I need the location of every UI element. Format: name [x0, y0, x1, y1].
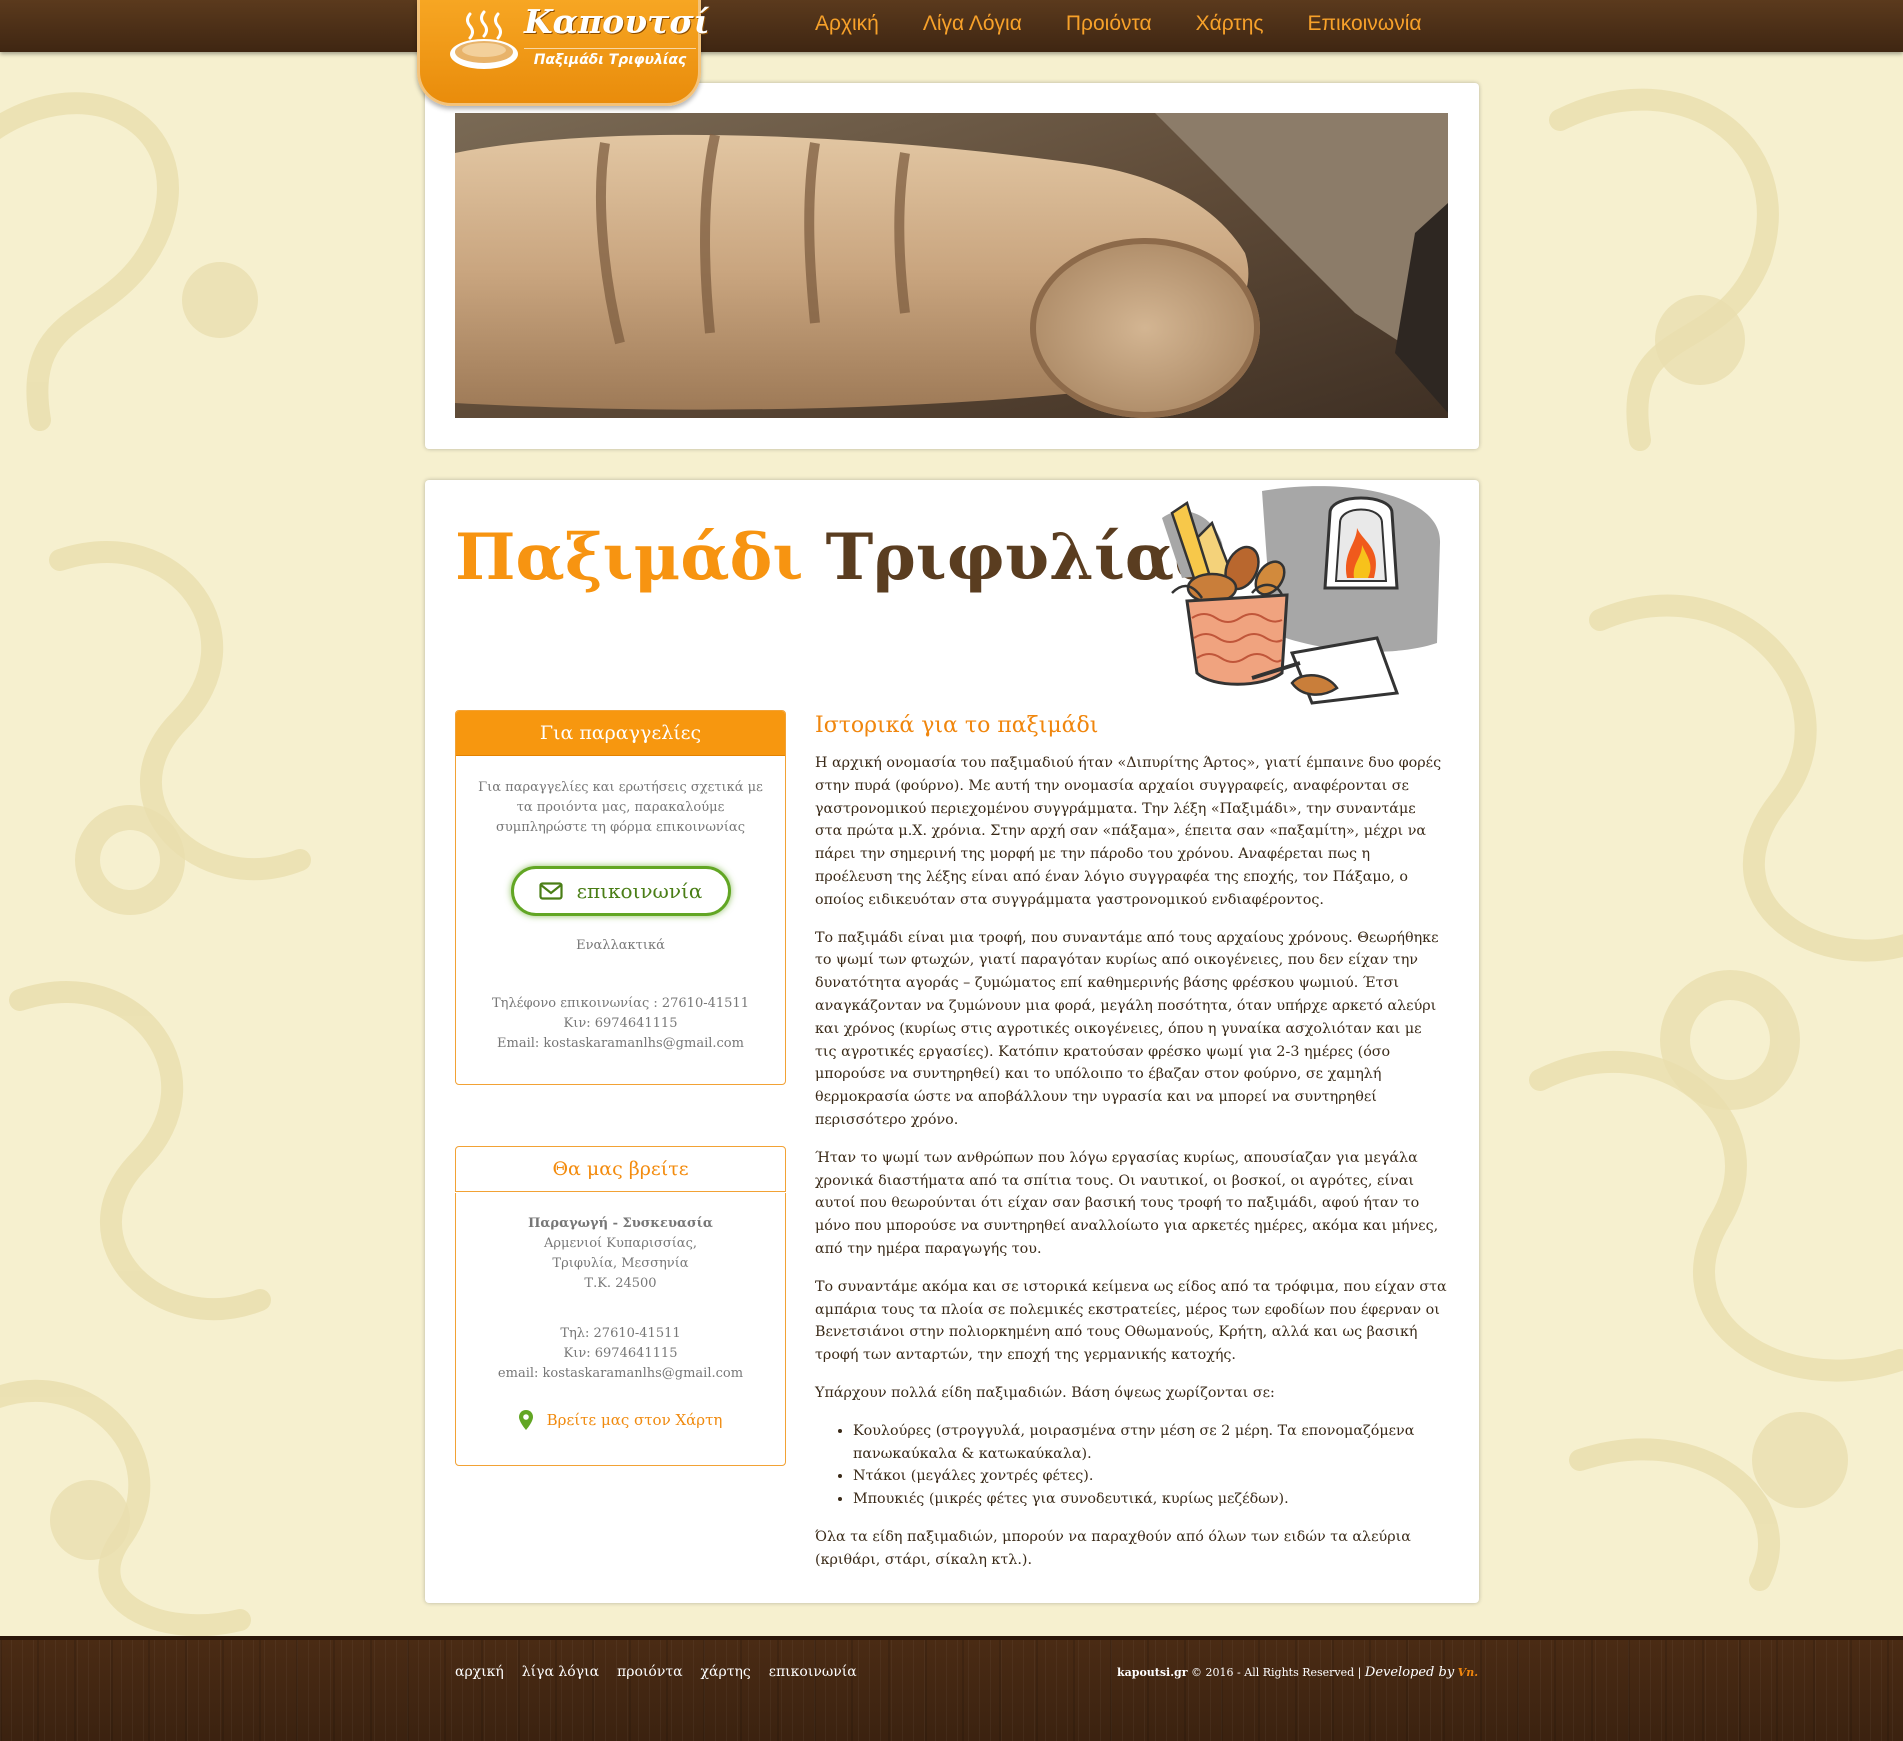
find-mobile: Κιν: 6974641115: [563, 1346, 678, 1361]
list-item: Ντάκοι (μεγάλες χοντρές φέτες).: [853, 1465, 1447, 1488]
orders-box: Για παραγγελίες Για παραγγελίες και ερωτ…: [455, 710, 786, 1085]
find-email: email: kostaskaramanlhs@gmail.com: [497, 1366, 744, 1381]
find-us-box: Θα μας βρείτε Παραγωγή - Συσκευασία Αρμε…: [455, 1146, 786, 1466]
list-item: Κουλούρες (στρογγυλά, μοιρασμένα στην μέ…: [853, 1420, 1447, 1466]
production-heading: Παραγωγή - Συσκευασία: [528, 1216, 713, 1231]
hero-bread-image: [455, 113, 1448, 418]
article-paragraph: Το συναντάμε ακόμα και σε ιστορικά κείμε…: [815, 1278, 1447, 1364]
map-link[interactable]: Βρείτε μας στον Χάρτη: [456, 1410, 785, 1430]
list-item: Μπουκιές (μικρές φέτες για συνοδευτικά, …: [853, 1488, 1447, 1511]
orders-intro-text: Για παραγγελίες και ερωτήσεις σχετικά με…: [478, 780, 763, 835]
alternative-text: Εναλλακτικά: [576, 938, 665, 953]
footer-link-about[interactable]: λίγα λόγια: [522, 1664, 599, 1680]
types-list: Κουλούρες (στρογγυλά, μοιρασμένα στην μέ…: [853, 1420, 1447, 1511]
nav-about[interactable]: Λίγα Λόγια: [923, 12, 1022, 36]
map-marker-icon: [518, 1410, 533, 1430]
developer-logo[interactable]: Vn.: [1458, 1666, 1478, 1679]
address-block: Παραγωγή - Συσκευασία Αρμενιοί Κυπαρισσί…: [456, 1214, 785, 1294]
nav-map[interactable]: Χάρτης: [1196, 12, 1264, 36]
orders-contact-details: Τηλέφονο επικοινωνίας : 27610-41511 Κιν:…: [456, 994, 785, 1054]
find-phone: Τηλ: 27610-41511: [560, 1326, 681, 1341]
bread-logo-icon: [450, 10, 518, 69]
footer-copyright: kapoutsi.gr © 2016 - All Rights Reserved…: [1117, 1665, 1478, 1680]
orders-mobile: Κιν: 6974641115: [563, 1016, 678, 1031]
orders-phone: Τηλέφονο επικοινωνίας : 27610-41511: [492, 996, 749, 1011]
history-article: Ιστορικά για το παξιμάδι Η αρχική ονομασ…: [815, 713, 1447, 1587]
footer-developed-by: Developed by: [1364, 1665, 1455, 1680]
find-contact-details: Τηλ: 27610-41511 Κιν: 6974641115 email: …: [456, 1324, 785, 1384]
hero-panel: [425, 83, 1479, 449]
nav-contact[interactable]: Επικοινωνία: [1308, 12, 1422, 36]
footer-link-map[interactable]: χάρτης: [701, 1664, 751, 1680]
contact-button[interactable]: επικοινωνία: [510, 866, 731, 916]
address-line-1: Αρμενιοί Κυπαρισσίας,: [544, 1236, 697, 1251]
orders-email: Email: kostaskaramanlhs@gmail.com: [497, 1036, 744, 1051]
logo-tagline: Παξιμάδι Τριφυλίας: [524, 48, 696, 68]
page-title-bold: Παξιμάδι: [455, 520, 804, 595]
footer-link-home[interactable]: αρχική: [455, 1664, 504, 1680]
postal-code: Τ.Κ. 24500: [584, 1276, 657, 1291]
nav-home[interactable]: Αρχική: [815, 12, 879, 36]
footer-copyright-text: © 2016 - All Rights Reserved |: [1191, 1666, 1362, 1679]
contact-button-label: επικοινωνία: [576, 879, 703, 903]
envelope-icon: [539, 882, 563, 900]
map-link-label: Βρείτε μας στον Χάρτη: [546, 1411, 723, 1429]
article-paragraph: Το παξιμάδι είναι μια τροφή, που συναντά…: [815, 929, 1439, 1128]
address-line-2: Τριφυλία, Μεσσηνία: [552, 1256, 689, 1271]
article-title: Ιστορικά για το παξιμάδι: [815, 713, 1099, 738]
main-nav: Αρχική Λίγα Λόγια Προιόντα Χάρτης Επικοι…: [815, 12, 1466, 36]
site-logo[interactable]: Καπουτσί Παξιμάδι Τριφυλίας: [417, 0, 710, 106]
page-title: Παξιμάδι Τριφυλίας: [455, 520, 1213, 595]
footer-site-name: kapoutsi.gr: [1117, 1666, 1188, 1679]
footer-nav: αρχική λίγα λόγια προιόντα χάρτης επικοι…: [455, 1664, 875, 1680]
footer-link-products[interactable]: προιόντα: [617, 1664, 683, 1680]
find-us-title: Θα μας βρείτε: [455, 1147, 786, 1192]
footer: αρχική λίγα λόγια προιόντα χάρτης επικοι…: [0, 1636, 1903, 1741]
orders-box-title: Για παραγγελίες: [456, 711, 785, 756]
nav-products[interactable]: Προιόντα: [1066, 12, 1152, 36]
footer-link-contact[interactable]: επικοινωνία: [769, 1664, 857, 1680]
content-panel: Παξιμάδι Τριφυλίας Για παραγγελίες Για π: [425, 480, 1479, 1603]
oven-illustration: [1162, 486, 1441, 705]
article-paragraph: Υπάρχουν πολλά είδη παξιμαδιών. Βάση όψε…: [815, 1384, 1275, 1401]
article-paragraph: Η αρχική ονομασία του παξιμαδιού ήταν «Δ…: [815, 755, 1442, 908]
article-paragraph: Όλα τα είδη παξιμαδιών, μπορούν να παραχ…: [815, 1528, 1411, 1568]
logo-name: Καπουτσί: [524, 2, 710, 41]
article-paragraph: Ήταν το ψωμί των ανθρώπων που λόγω εργασ…: [815, 1149, 1439, 1257]
